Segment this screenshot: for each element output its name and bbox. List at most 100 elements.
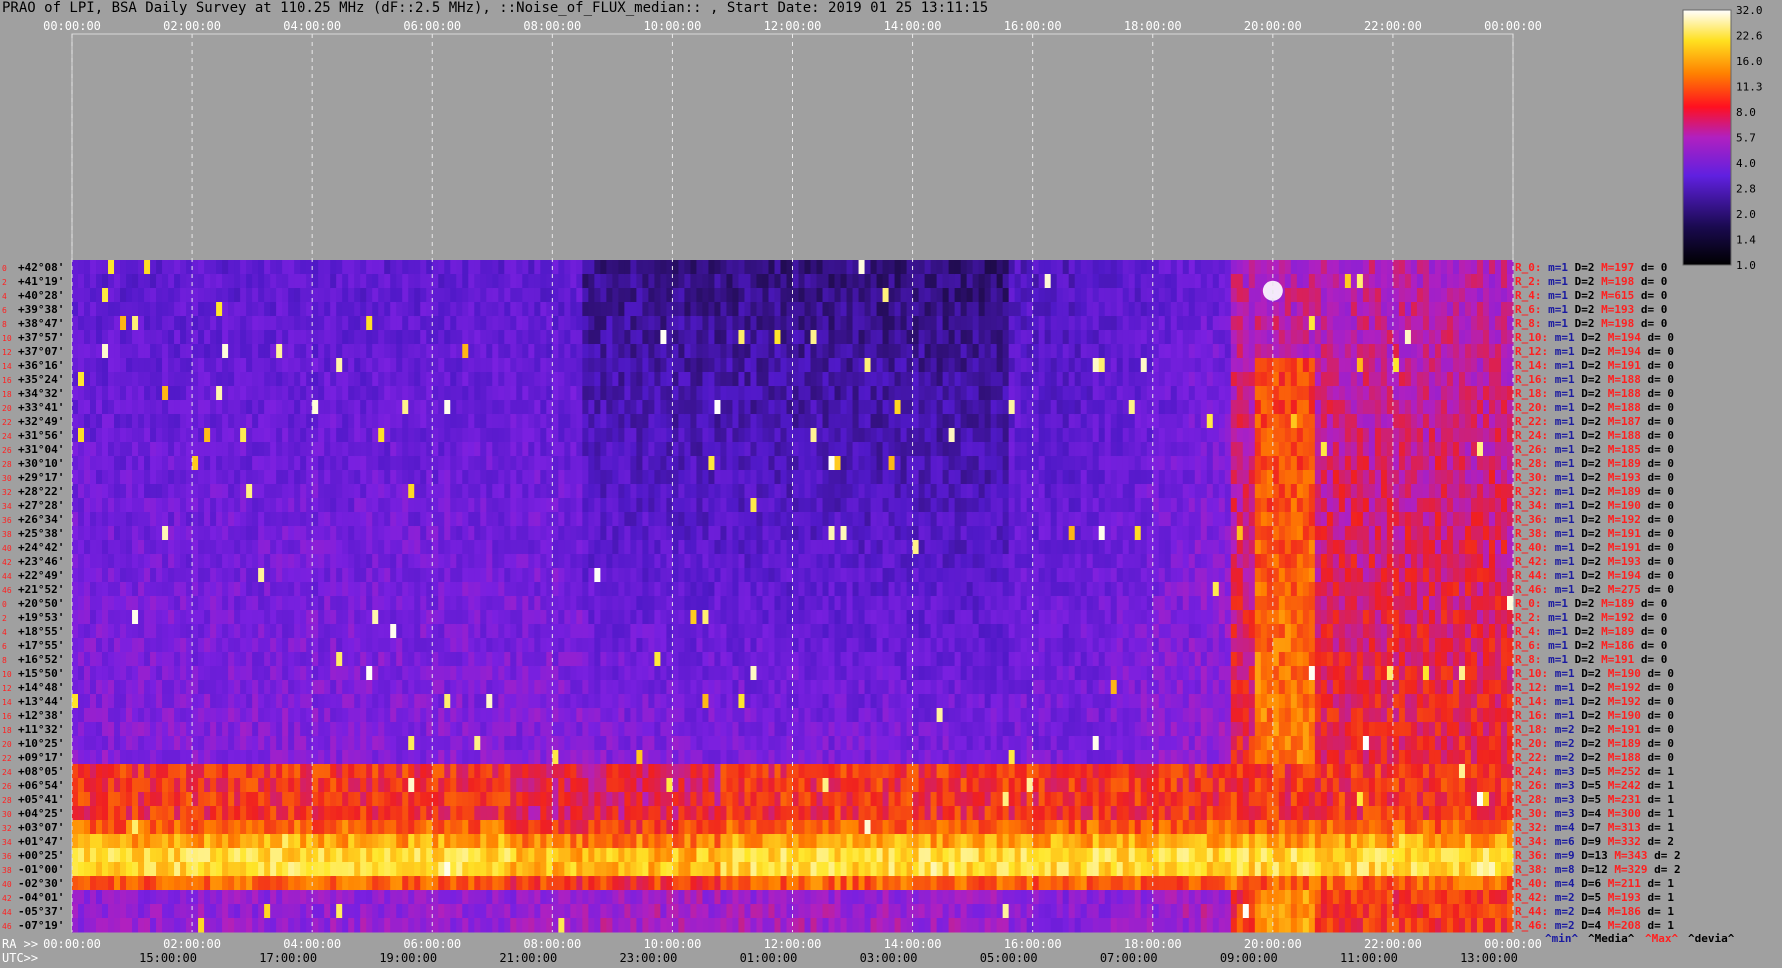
heat-cell	[516, 330, 523, 345]
heat-cell	[348, 344, 355, 359]
heat-cell	[174, 526, 181, 541]
heat-cell	[456, 736, 463, 751]
heat-cell	[324, 274, 331, 289]
heat-cell	[180, 358, 187, 373]
heat-cell	[690, 876, 697, 891]
heat-cell	[648, 876, 655, 891]
heat-cell	[366, 792, 373, 807]
heat-cell	[294, 722, 301, 737]
heat-cell	[168, 764, 175, 779]
heat-cell	[228, 302, 235, 317]
heat-cell	[222, 792, 229, 807]
heat-cell	[438, 834, 445, 849]
heat-cell	[372, 316, 379, 331]
heat-cell	[360, 722, 367, 737]
heat-cell	[462, 638, 469, 653]
heat-cell	[282, 386, 289, 401]
heat-cell	[228, 862, 235, 877]
heat-cell	[72, 834, 79, 849]
heat-cell	[522, 750, 529, 765]
heat-cell	[216, 568, 223, 583]
heat-cell	[90, 554, 97, 569]
heat-cell	[90, 442, 97, 457]
heat-cell	[240, 484, 247, 499]
heat-cell	[168, 526, 175, 541]
heat-cell	[174, 512, 181, 527]
heat-cell	[636, 414, 643, 429]
heat-cell	[300, 918, 307, 933]
heat-cell	[516, 274, 523, 289]
heat-cell	[300, 582, 307, 597]
heat-cell	[462, 792, 469, 807]
heat-cell	[276, 666, 283, 681]
heat-cell	[384, 736, 391, 751]
heat-cell	[522, 512, 529, 527]
heat-cell	[564, 708, 571, 723]
heat-cell	[312, 708, 319, 723]
heat-cell	[102, 358, 109, 373]
heat-cell	[564, 820, 571, 835]
heat-cell	[576, 680, 583, 695]
heat-cell	[474, 764, 481, 779]
heat-cell	[504, 330, 511, 345]
heat-cell	[534, 554, 541, 569]
heat-cell	[630, 624, 637, 639]
heat-cell	[270, 680, 277, 695]
heat-cell	[216, 470, 223, 485]
heat-cell	[168, 876, 175, 891]
heat-cell	[192, 778, 199, 793]
heat-cell	[72, 792, 79, 807]
heat-cell	[582, 582, 589, 597]
heat-cell	[576, 834, 583, 849]
heat-cell	[648, 694, 655, 709]
heat-cell	[90, 876, 97, 891]
heat-cell	[390, 498, 397, 513]
heat-cell	[336, 876, 343, 891]
heat-cell	[210, 554, 217, 569]
heat-cell	[84, 708, 91, 723]
heat-cell	[318, 260, 325, 275]
heat-cell	[102, 862, 109, 877]
heat-cell	[288, 918, 295, 933]
heat-cell	[660, 652, 667, 667]
heat-cell	[564, 736, 571, 751]
heat-cell	[492, 890, 499, 905]
heat-cell	[84, 638, 91, 653]
heat-cell	[402, 708, 409, 723]
heat-cell	[486, 344, 493, 359]
heat-cell	[564, 792, 571, 807]
heat-cell	[576, 820, 583, 835]
heat-cell	[396, 554, 403, 569]
heat-cell	[234, 862, 241, 877]
heat-cell	[498, 890, 505, 905]
heat-cell	[408, 414, 415, 429]
heat-cell	[396, 470, 403, 485]
heat-cell	[486, 274, 493, 289]
heat-cell	[612, 526, 619, 541]
heat-cell	[576, 736, 583, 751]
heat-cell	[300, 260, 307, 275]
heat-cell	[600, 372, 607, 387]
heat-cell	[486, 680, 493, 695]
heat-cell	[180, 414, 187, 429]
heat-cell	[318, 848, 325, 863]
heat-cell	[342, 260, 349, 275]
heat-cell	[402, 414, 409, 429]
heat-cell	[360, 386, 367, 401]
heat-cell	[198, 260, 205, 275]
heat-cell	[558, 358, 565, 373]
heat-cell	[438, 848, 445, 863]
heat-cell	[276, 344, 283, 359]
heat-cell	[150, 358, 157, 373]
heat-cell	[234, 470, 241, 485]
heat-cell	[462, 596, 469, 611]
heat-cell	[690, 764, 697, 779]
heat-cell	[312, 610, 319, 625]
heat-cell	[564, 764, 571, 779]
heat-cell	[558, 806, 565, 821]
heat-cell	[90, 302, 97, 317]
heat-cell	[420, 260, 427, 275]
heat-cell	[330, 568, 337, 583]
heat-cell	[90, 358, 97, 373]
heat-cell	[204, 610, 211, 625]
